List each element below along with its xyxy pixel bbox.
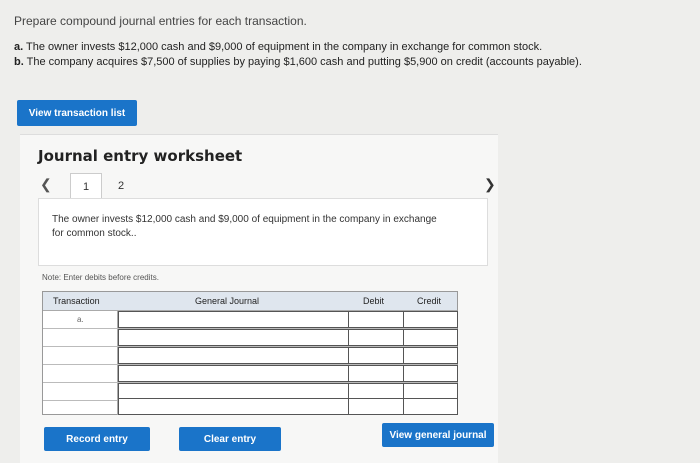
credit-input[interactable] xyxy=(403,311,458,328)
table-row: a. xyxy=(43,311,458,329)
general-journal-select[interactable] xyxy=(118,398,349,415)
note-text: Note: Enter debits before credits. xyxy=(42,273,159,282)
header-transaction: Transaction xyxy=(53,296,100,306)
transaction-cell[interactable] xyxy=(43,329,118,346)
transaction-cell[interactable] xyxy=(43,347,118,364)
transaction-a: a. The owner invests $12,000 cash and $9… xyxy=(14,41,543,53)
chevron-left-icon[interactable]: ❮ xyxy=(40,176,52,193)
transaction-cell[interactable]: a. xyxy=(43,311,118,328)
transaction-list: a. The owner invests $12,000 cash and $9… xyxy=(14,40,582,70)
debit-input[interactable] xyxy=(348,347,404,364)
tab-2[interactable]: 2 xyxy=(106,173,136,199)
view-transaction-list-button[interactable]: View transaction list xyxy=(17,100,137,126)
credit-input[interactable] xyxy=(403,398,458,415)
record-entry-button[interactable]: Record entry xyxy=(44,427,150,451)
header-debit: Debit xyxy=(363,296,385,306)
debit-input[interactable] xyxy=(348,398,404,415)
instructions: Prepare compound journal entries for eac… xyxy=(14,14,307,28)
debit-input[interactable] xyxy=(348,311,404,328)
header-credit: Credit xyxy=(417,296,442,306)
transaction-description: The owner invests $12,000 cash and $9,00… xyxy=(52,214,437,239)
debit-input[interactable] xyxy=(348,365,404,382)
view-general-journal-button[interactable]: View general journal xyxy=(382,423,494,447)
credit-input[interactable] xyxy=(403,329,458,346)
journal-table: Transaction General Journal Debit Credit… xyxy=(42,291,458,415)
table-row xyxy=(43,329,458,347)
general-journal-select[interactable] xyxy=(118,329,349,346)
table-header: Transaction General Journal Debit Credit xyxy=(43,292,457,311)
chevron-right-icon[interactable]: ❯ xyxy=(484,176,496,193)
header-general-journal: General Journal xyxy=(195,296,260,306)
table-row xyxy=(43,347,458,365)
clear-entry-button[interactable]: Clear entry xyxy=(179,427,281,451)
debit-input[interactable] xyxy=(348,329,404,346)
general-journal-select[interactable] xyxy=(118,311,349,328)
transaction-cell[interactable] xyxy=(43,365,118,382)
worksheet-title: Journal entry worksheet xyxy=(38,147,243,165)
credit-input[interactable] xyxy=(403,365,458,382)
general-journal-select[interactable] xyxy=(118,365,349,382)
tab-1[interactable]: 1 xyxy=(70,173,102,200)
credit-input[interactable] xyxy=(403,347,458,364)
table-row xyxy=(43,365,458,383)
table-row xyxy=(43,398,458,415)
transaction-b: b. The company acquires $7,500 of suppli… xyxy=(14,56,582,68)
transaction-cell[interactable] xyxy=(43,398,118,415)
general-journal-select[interactable] xyxy=(118,347,349,364)
